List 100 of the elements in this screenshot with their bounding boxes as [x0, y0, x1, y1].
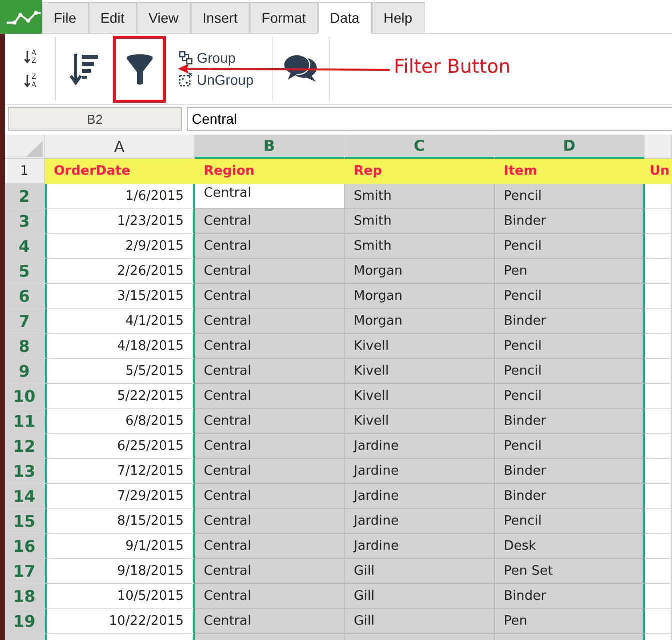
table-cell: Pencil: [495, 284, 645, 309]
row-header[interactable]: 6: [5, 284, 45, 309]
row-header[interactable]: 8: [5, 334, 45, 359]
table-cell: Item: [495, 159, 645, 184]
table-cell: Pencil: [495, 359, 645, 384]
table-cell: Kivell: [345, 359, 495, 384]
group-button[interactable]: Group: [179, 50, 272, 66]
table-cell: Kivell: [345, 334, 495, 359]
table-cell: Central: [195, 359, 345, 384]
table-cell: Jardine: [345, 509, 495, 534]
table-cell: Jardine: [345, 484, 495, 509]
table-cell: Kivell: [345, 409, 495, 434]
menu-tab[interactable]: View: [136, 2, 191, 34]
table-cell: Rep: [345, 159, 495, 184]
annotation-label: Filter Button: [394, 56, 511, 78]
table-cell: Central: [195, 234, 345, 259]
menu-tab[interactable]: Help: [372, 2, 425, 34]
funnel-icon: [124, 52, 154, 86]
table-cell: Pencil: [495, 434, 645, 459]
table-cell: Central: [195, 459, 345, 484]
table-cell: Central: [195, 584, 345, 609]
table-cell: Central: [195, 284, 345, 309]
table-cell: Pencil: [495, 184, 645, 209]
table-cell: Central: [195, 384, 345, 409]
table-cell: Binder: [495, 584, 645, 609]
table-cell: Central: [195, 409, 345, 434]
menu-tab[interactable]: Edit: [88, 2, 137, 34]
row-header[interactable]: 9: [5, 359, 45, 384]
table-cell: Pen Set: [495, 559, 645, 584]
table-cell: Central: [195, 334, 345, 359]
row-header[interactable]: 17: [5, 559, 45, 584]
menu-tab[interactable]: Data: [318, 2, 372, 34]
table-cell: Binder: [495, 309, 645, 334]
formula-field[interactable]: Central: [187, 107, 672, 131]
row-header[interactable]: 7: [5, 309, 45, 334]
menu-tab[interactable]: Insert: [190, 2, 250, 34]
row-header[interactable]: 16: [5, 534, 45, 559]
table-cell: Binder: [495, 459, 645, 484]
table-cell: Smith: [345, 234, 495, 259]
table-cell: Pencil: [495, 234, 645, 259]
table-cell: Jardine: [345, 434, 495, 459]
row-header[interactable]: 11: [5, 409, 45, 434]
ungroup-button[interactable]: UnGroup: [179, 72, 272, 88]
menu-tab[interactable]: File: [42, 2, 89, 34]
column-header[interactable]: A: [45, 135, 195, 159]
table-cell: Jardine: [345, 459, 495, 484]
table-cell: Binder: [495, 484, 645, 509]
table-cell: Pen: [495, 259, 645, 284]
row-header[interactable]: 14: [5, 484, 45, 509]
column-header[interactable]: D: [495, 135, 645, 159]
table-cell: Gill: [345, 609, 495, 634]
row-header[interactable]: 19: [5, 609, 45, 634]
row-header[interactable]: 4: [5, 234, 45, 259]
corner-triangle-icon: [24, 140, 44, 158]
table-cell: Central: [195, 509, 345, 534]
sort-bars-icon: [69, 52, 99, 86]
table-cell: Binder: [495, 409, 645, 434]
filter-button[interactable]: [113, 36, 166, 103]
row-header[interactable]: 13: [5, 459, 45, 484]
column-header[interactable]: C: [345, 135, 495, 159]
menu-tab[interactable]: Format: [250, 2, 318, 34]
table-cell: Central: [195, 534, 345, 559]
table-cell: Gill: [345, 559, 495, 584]
row-header[interactable]: 3: [5, 209, 45, 234]
name-box[interactable]: B2: [8, 107, 182, 131]
table-cell: OrderDate: [45, 159, 195, 184]
down-arrow-icon: [24, 74, 31, 88]
table-cell: Morgan: [345, 284, 495, 309]
table-cell: Central: [195, 484, 345, 509]
table-cell: Binder: [495, 209, 645, 234]
table-cell: Region: [195, 159, 345, 184]
table-cell: Kivell: [345, 384, 495, 409]
row-header[interactable]: 15: [5, 509, 45, 534]
row-header[interactable]: 2: [5, 184, 45, 209]
table-cell: Desk: [495, 534, 645, 559]
column-header[interactable]: B: [195, 135, 345, 159]
table-cell: Pencil: [495, 384, 645, 409]
table-cell: Central: [195, 209, 345, 234]
table-cell: Central: [195, 309, 345, 334]
table-cell: Central: [195, 434, 345, 459]
row-header[interactable]: 10: [5, 384, 45, 409]
table-cell: Pen: [495, 609, 645, 634]
row-header[interactable]: 1: [5, 159, 45, 184]
table-cell: Central: [195, 559, 345, 584]
table-cell: Pencil: [495, 509, 645, 534]
table-cell: Morgan: [345, 259, 495, 284]
table-cell: Gill: [345, 584, 495, 609]
table-cell: Central: [195, 609, 345, 634]
speech-bubbles-icon: [283, 53, 319, 85]
row-header[interactable]: 5: [5, 259, 45, 284]
down-arrow-icon: [24, 50, 31, 64]
table-cell: Un: [645, 159, 672, 184]
table-cell: Pencil: [495, 334, 645, 359]
row-header[interactable]: 12: [5, 434, 45, 459]
row-header[interactable]: 18: [5, 584, 45, 609]
table-cell: Central: [195, 259, 345, 284]
ungroup-icon: [179, 73, 193, 87]
table-cell: Morgan: [345, 309, 495, 334]
table-cell: Central: [195, 184, 345, 209]
group-icon: [179, 51, 193, 65]
